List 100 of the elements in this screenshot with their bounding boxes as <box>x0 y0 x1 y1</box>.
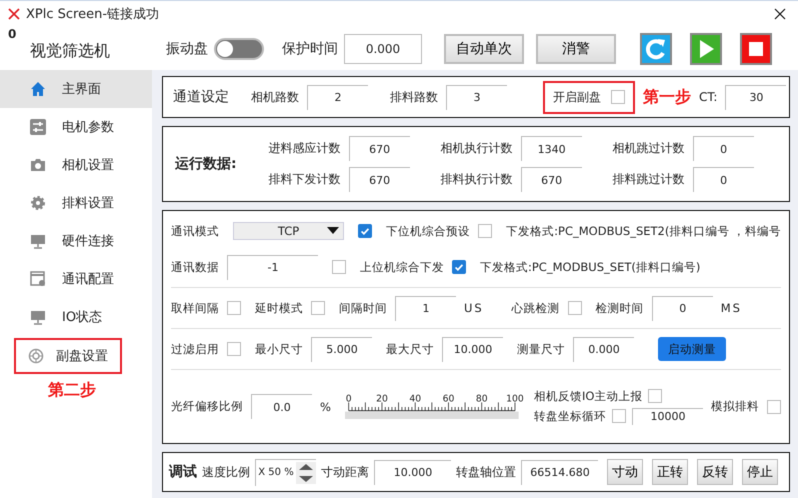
unit-label: MS <box>720 301 742 315</box>
input-field[interactable]: 0 <box>652 296 713 320</box>
field-label: 光纤偏移比例 <box>171 399 243 414</box>
section-title: 调试 <box>169 463 197 481</box>
input-field[interactable]: 0 <box>692 136 754 161</box>
input-field[interactable]: 10.000 <box>442 336 503 362</box>
action-button[interactable]: 停止 <box>742 459 778 485</box>
field-label: CT: <box>699 90 718 104</box>
slider-track[interactable] <box>344 411 519 418</box>
field-label: 上位机综合下发 <box>360 260 444 274</box>
input-field[interactable]: 30 <box>725 84 786 110</box>
checkbox[interactable] <box>227 342 241 356</box>
input-field[interactable]: 670 <box>520 167 582 192</box>
field-label: 心跳检测 <box>512 300 560 316</box>
sidebar-item[interactable]: 副盘设置 <box>14 338 122 374</box>
start-measure-button[interactable]: 启动测量 <box>658 337 726 361</box>
tick-label: 40 <box>409 392 422 404</box>
checkbox[interactable] <box>332 260 346 274</box>
refresh-button[interactable] <box>640 32 672 64</box>
input-field[interactable]: 1 <box>395 296 456 320</box>
tick-label: 80 <box>476 392 488 404</box>
field-label: 下发格式:PC_MODBUS_SET2(排料口编号 ，料编号 <box>506 224 781 238</box>
input-field[interactable]: 0.0 <box>251 394 312 419</box>
field-label: 过滤启用 <box>171 342 219 356</box>
mode-dropdown[interactable]: TCP <box>233 222 344 240</box>
close-status-icon <box>8 8 20 20</box>
home-icon <box>30 81 46 97</box>
checkbox[interactable] <box>612 409 626 423</box>
checkbox[interactable] <box>311 301 325 315</box>
toolbar-button[interactable]: 消警 <box>536 34 616 64</box>
input-field[interactable]: 5.000 <box>311 336 372 362</box>
monitor-icon <box>30 309 46 325</box>
sidebar-item[interactable]: IO状态 <box>0 298 152 336</box>
checkbox[interactable] <box>358 224 372 238</box>
input-field[interactable]: 2 <box>307 84 368 110</box>
sidebar-item[interactable]: 主界面 <box>0 70 152 108</box>
input-field[interactable]: 10000 <box>632 408 703 424</box>
checkbox[interactable] <box>767 400 781 414</box>
section-title: 运行数据: <box>175 155 237 173</box>
field-label: 最小尺寸 <box>255 342 303 356</box>
step-annotation: 第一步 <box>643 86 691 108</box>
field-label: 保护时间 <box>282 40 338 58</box>
field-label: 最大尺寸 <box>386 342 434 356</box>
counter-value: 0 <box>8 27 16 41</box>
camera-icon <box>30 158 46 172</box>
field-label: 转盘坐标循环 <box>534 408 606 424</box>
field-label: 通讯模式 <box>171 224 219 238</box>
play-button[interactable] <box>690 32 722 64</box>
field-label: 进料感应计数 <box>268 140 341 157</box>
input-field[interactable]: 0.000 <box>344 34 422 64</box>
field-label: 相机执行计数 <box>440 140 513 157</box>
switch-label: 振动盘 <box>166 40 208 58</box>
field-label: 下发格式:PC_MODBUS_SET(排料口编号) <box>480 260 700 274</box>
unit-label: % <box>320 400 333 414</box>
sidebar-item[interactable]: 排料设置 <box>0 184 152 222</box>
field-label: 通讯数据 <box>171 260 219 274</box>
speed-spinner[interactable]: X 50 % <box>255 458 316 486</box>
field-label: 间隔时间 <box>339 300 387 316</box>
action-button[interactable]: 正转 <box>652 459 688 485</box>
checkbox[interactable] <box>227 301 241 315</box>
field-label: 速度比例 <box>202 464 250 480</box>
checkbox[interactable] <box>611 90 625 104</box>
checkbox[interactable] <box>648 389 662 403</box>
sidebar-item[interactable]: 电机参数 <box>0 108 152 146</box>
section-title: 通道设定 <box>173 88 229 106</box>
input-field[interactable]: -1 <box>227 254 318 280</box>
field-label: 相机路数 <box>251 88 299 106</box>
monitor-icon <box>30 233 46 249</box>
field-label: 相机反馈IO主动上报 <box>534 388 642 404</box>
sliders-icon <box>30 119 46 135</box>
unit-label: US <box>464 301 484 315</box>
tick-label: 0 <box>346 392 352 404</box>
field-label: 模拟排料 <box>711 399 759 414</box>
field-label: 检测时间 <box>596 300 644 316</box>
window-title: XPlc Screen-链接成功 <box>26 6 160 23</box>
input-field[interactable]: 3 <box>446 84 507 110</box>
toggle-switch[interactable] <box>214 38 264 60</box>
toolbar-button[interactable]: 自动单次 <box>444 34 524 64</box>
action-button[interactable]: 反转 <box>697 459 733 485</box>
tick-label: 60 <box>442 392 454 404</box>
input-field[interactable]: 670 <box>348 136 410 161</box>
stop-button[interactable] <box>740 32 772 64</box>
input-field[interactable]: 0 <box>692 167 754 192</box>
input-field[interactable]: 0.000 <box>573 336 634 362</box>
input-field[interactable]: 10.000 <box>374 460 451 484</box>
checkbox[interactable] <box>478 224 492 238</box>
checkbox[interactable] <box>452 260 466 274</box>
field-label: 排料跳过计数 <box>612 171 685 188</box>
sidebar-item[interactable]: 相机设置 <box>0 146 152 184</box>
sidebar-item[interactable]: 硬件连接 <box>0 222 152 260</box>
sidebar-item[interactable]: 通讯配置 <box>0 260 152 298</box>
action-button[interactable]: 寸动 <box>607 459 643 485</box>
app-title: 视觉筛选机 <box>30 41 110 62</box>
close-icon[interactable] <box>774 8 786 20</box>
checkbox[interactable] <box>568 301 582 315</box>
input-field[interactable]: 66514.680 <box>521 460 598 484</box>
tick-label: 100 <box>506 392 524 404</box>
input-field[interactable]: 1340 <box>520 136 582 161</box>
input-field[interactable]: 670 <box>348 167 410 192</box>
ring-icon <box>28 348 44 364</box>
